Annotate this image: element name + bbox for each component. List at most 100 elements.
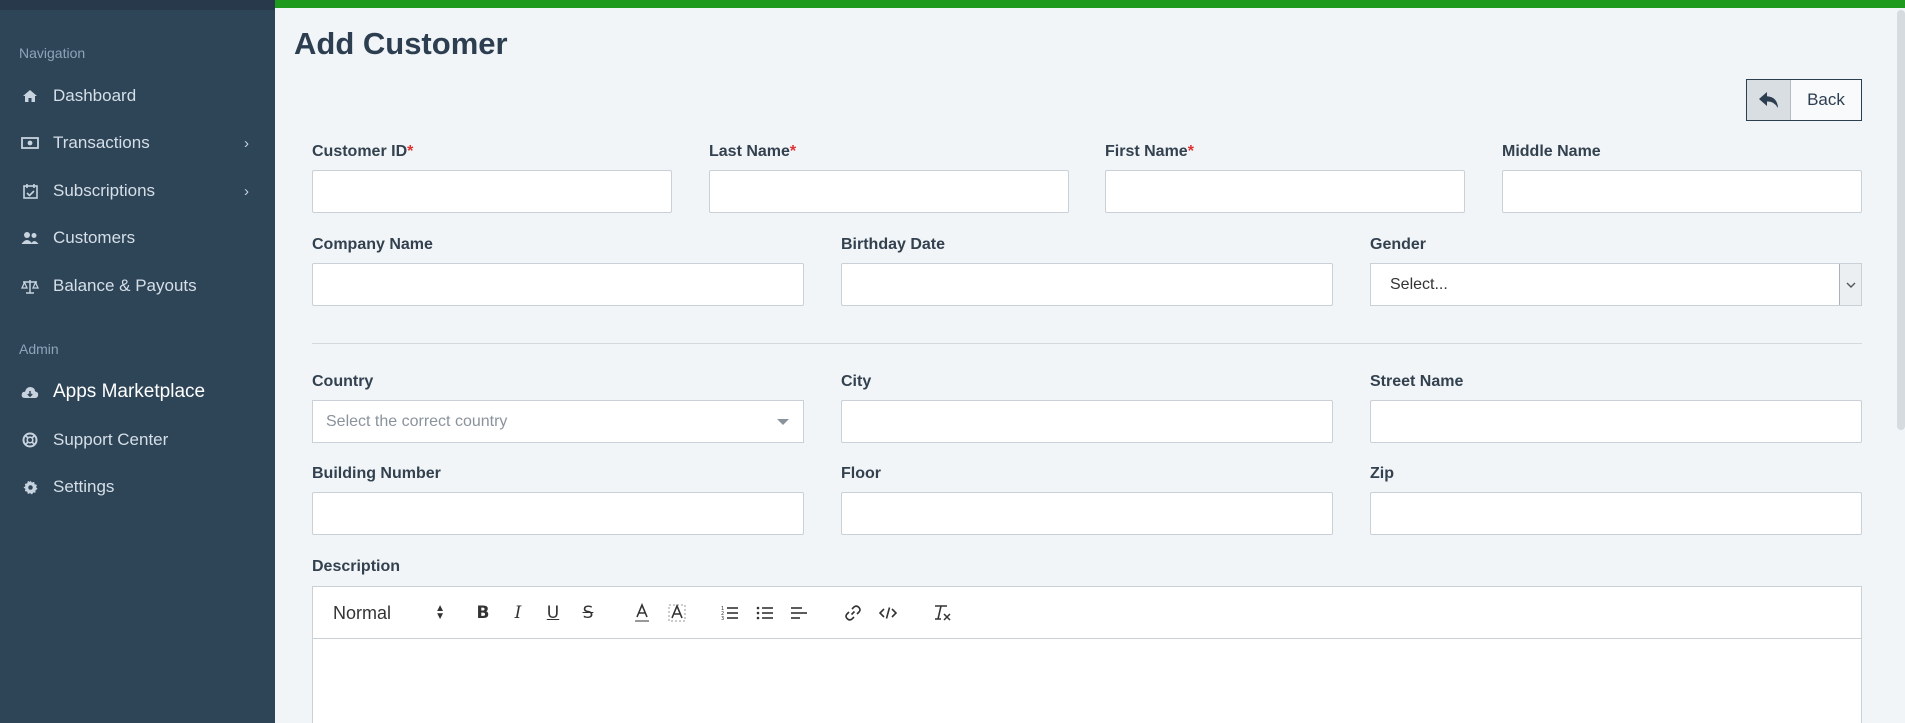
customer-id-label: Customer ID* xyxy=(312,143,413,161)
updown-icon: ▲ ▼ xyxy=(435,603,445,622)
sidebar-item-apps-marketplace[interactable]: Apps Marketplace xyxy=(0,374,275,410)
zip-input[interactable] xyxy=(1371,493,1861,534)
sidebar-item-settings[interactable]: Settings xyxy=(0,469,275,505)
background-color-icon[interactable] xyxy=(665,601,689,625)
link-icon[interactable] xyxy=(841,601,865,625)
chevron-right-icon: › xyxy=(244,182,249,200)
page-scrollbar[interactable] xyxy=(1897,10,1905,430)
country-select[interactable]: Select the correct country xyxy=(312,400,804,443)
sidebar-item-label: Transactions xyxy=(53,133,150,152)
first-name-input[interactable] xyxy=(1106,171,1464,212)
sidebar-item-label: Settings xyxy=(53,477,115,496)
floor-label: Floor xyxy=(841,465,881,482)
sidebar-item-subscriptions[interactable]: Subscriptions › xyxy=(0,173,275,209)
caret-down-icon xyxy=(777,418,789,425)
nav-section-admin: Admin xyxy=(19,341,59,357)
users-icon xyxy=(20,228,40,248)
sidebar-item-dashboard[interactable]: Dashboard xyxy=(0,78,275,114)
nav-section-navigation: Navigation xyxy=(19,45,86,61)
description-editor: Normal ▲ ▼ B I U S 123 xyxy=(312,586,1862,723)
birthday-date-input[interactable] xyxy=(842,264,1332,305)
chevron-right-icon: › xyxy=(244,134,249,152)
format-select[interactable]: Normal ▲ ▼ xyxy=(333,601,445,625)
company-name-field[interactable] xyxy=(312,263,804,306)
building-number-input[interactable] xyxy=(313,493,803,534)
last-name-label: Last Name* xyxy=(709,143,796,161)
sidebar-item-label: Subscriptions xyxy=(53,181,156,200)
page-title: Add Customer xyxy=(294,26,508,61)
cloud-download-icon xyxy=(20,382,40,402)
sidebar-item-support-center[interactable]: Support Center xyxy=(0,422,275,458)
zip-field[interactable] xyxy=(1370,492,1862,535)
required-asterisk: * xyxy=(1187,143,1194,160)
street-name-field[interactable] xyxy=(1370,400,1862,443)
last-name-label-text: Last Name xyxy=(709,143,790,160)
align-left-icon[interactable] xyxy=(787,601,811,625)
customer-id-input[interactable] xyxy=(313,171,671,212)
back-button[interactable]: Back xyxy=(1746,79,1862,121)
birthday-date-label: Birthday Date xyxy=(841,236,946,253)
sidebar-item-label: Customers xyxy=(53,228,136,247)
first-name-label: First Name* xyxy=(1105,143,1194,161)
money-icon xyxy=(20,133,40,153)
gender-label: Gender xyxy=(1370,236,1427,253)
country-label: Country xyxy=(312,373,374,390)
italic-icon[interactable]: I xyxy=(506,601,530,625)
sidebar-item-label: Balance & Payouts xyxy=(53,276,197,295)
sidebar-item-label: Support Center xyxy=(53,430,169,449)
description-label: Description xyxy=(312,558,401,575)
last-name-input[interactable] xyxy=(710,171,1068,212)
floor-input[interactable] xyxy=(842,493,1332,534)
birthday-date-field[interactable] xyxy=(841,263,1333,306)
zip-label: Zip xyxy=(1370,465,1394,482)
clear-format-icon[interactable] xyxy=(930,601,954,625)
sidebar-item-label: Apps Marketplace xyxy=(53,381,206,402)
sidebar-item-label: Dashboard xyxy=(53,86,137,105)
top-accent-bar xyxy=(275,0,1905,8)
company-name-label: Company Name xyxy=(312,236,433,253)
gear-icon xyxy=(20,477,40,497)
bullet-list-icon[interactable] xyxy=(753,601,777,625)
building-number-label: Building Number xyxy=(312,465,441,482)
sidebar-item-balance-payouts[interactable]: Balance & Payouts xyxy=(0,268,275,304)
building-number-field[interactable] xyxy=(312,492,804,535)
text-color-icon[interactable] xyxy=(630,601,654,625)
reply-arrow-icon xyxy=(1747,80,1791,120)
scale-icon xyxy=(20,276,40,296)
city-input[interactable] xyxy=(842,401,1332,442)
chevron-down-icon xyxy=(1839,264,1861,305)
calendar-check-icon xyxy=(20,181,40,201)
strikethrough-icon[interactable]: S xyxy=(576,601,600,625)
customer-id-field[interactable] xyxy=(312,170,672,213)
sidebar-item-transactions[interactable]: Transactions › xyxy=(0,125,275,161)
required-asterisk: * xyxy=(789,143,797,160)
sidebar-top-strip xyxy=(0,0,275,10)
required-asterisk: * xyxy=(407,143,414,160)
svg-text:3: 3 xyxy=(721,616,724,621)
bold-icon[interactable]: B xyxy=(471,601,495,625)
last-name-field[interactable] xyxy=(709,170,1069,213)
country-placeholder: Select the correct country xyxy=(326,412,508,430)
city-field[interactable] xyxy=(841,400,1333,443)
gender-select[interactable]: Select... xyxy=(1370,263,1862,306)
sidebar: Navigation Dashboard Transactions › Subs… xyxy=(0,0,275,723)
floor-field[interactable] xyxy=(841,492,1333,535)
home-icon xyxy=(20,86,40,106)
code-icon[interactable] xyxy=(876,601,900,625)
description-text-area[interactable] xyxy=(313,639,1861,723)
back-button-label: Back xyxy=(1807,90,1845,109)
city-label: City xyxy=(841,373,872,390)
company-name-input[interactable] xyxy=(313,264,803,305)
first-name-field[interactable] xyxy=(1105,170,1465,213)
underline-icon[interactable]: U xyxy=(541,601,565,625)
street-name-input[interactable] xyxy=(1371,401,1861,442)
ordered-list-icon[interactable]: 123 xyxy=(718,601,742,625)
street-name-label: Street Name xyxy=(1370,373,1464,390)
middle-name-label: Middle Name xyxy=(1502,143,1601,160)
sidebar-item-customers[interactable]: Customers xyxy=(0,220,275,256)
editor-toolbar: Normal ▲ ▼ B I U S 123 xyxy=(313,587,1861,639)
middle-name-input[interactable] xyxy=(1503,171,1861,212)
lifebuoy-icon xyxy=(20,430,40,450)
gender-selected-value: Select... xyxy=(1390,275,1448,293)
middle-name-field[interactable] xyxy=(1502,170,1862,213)
